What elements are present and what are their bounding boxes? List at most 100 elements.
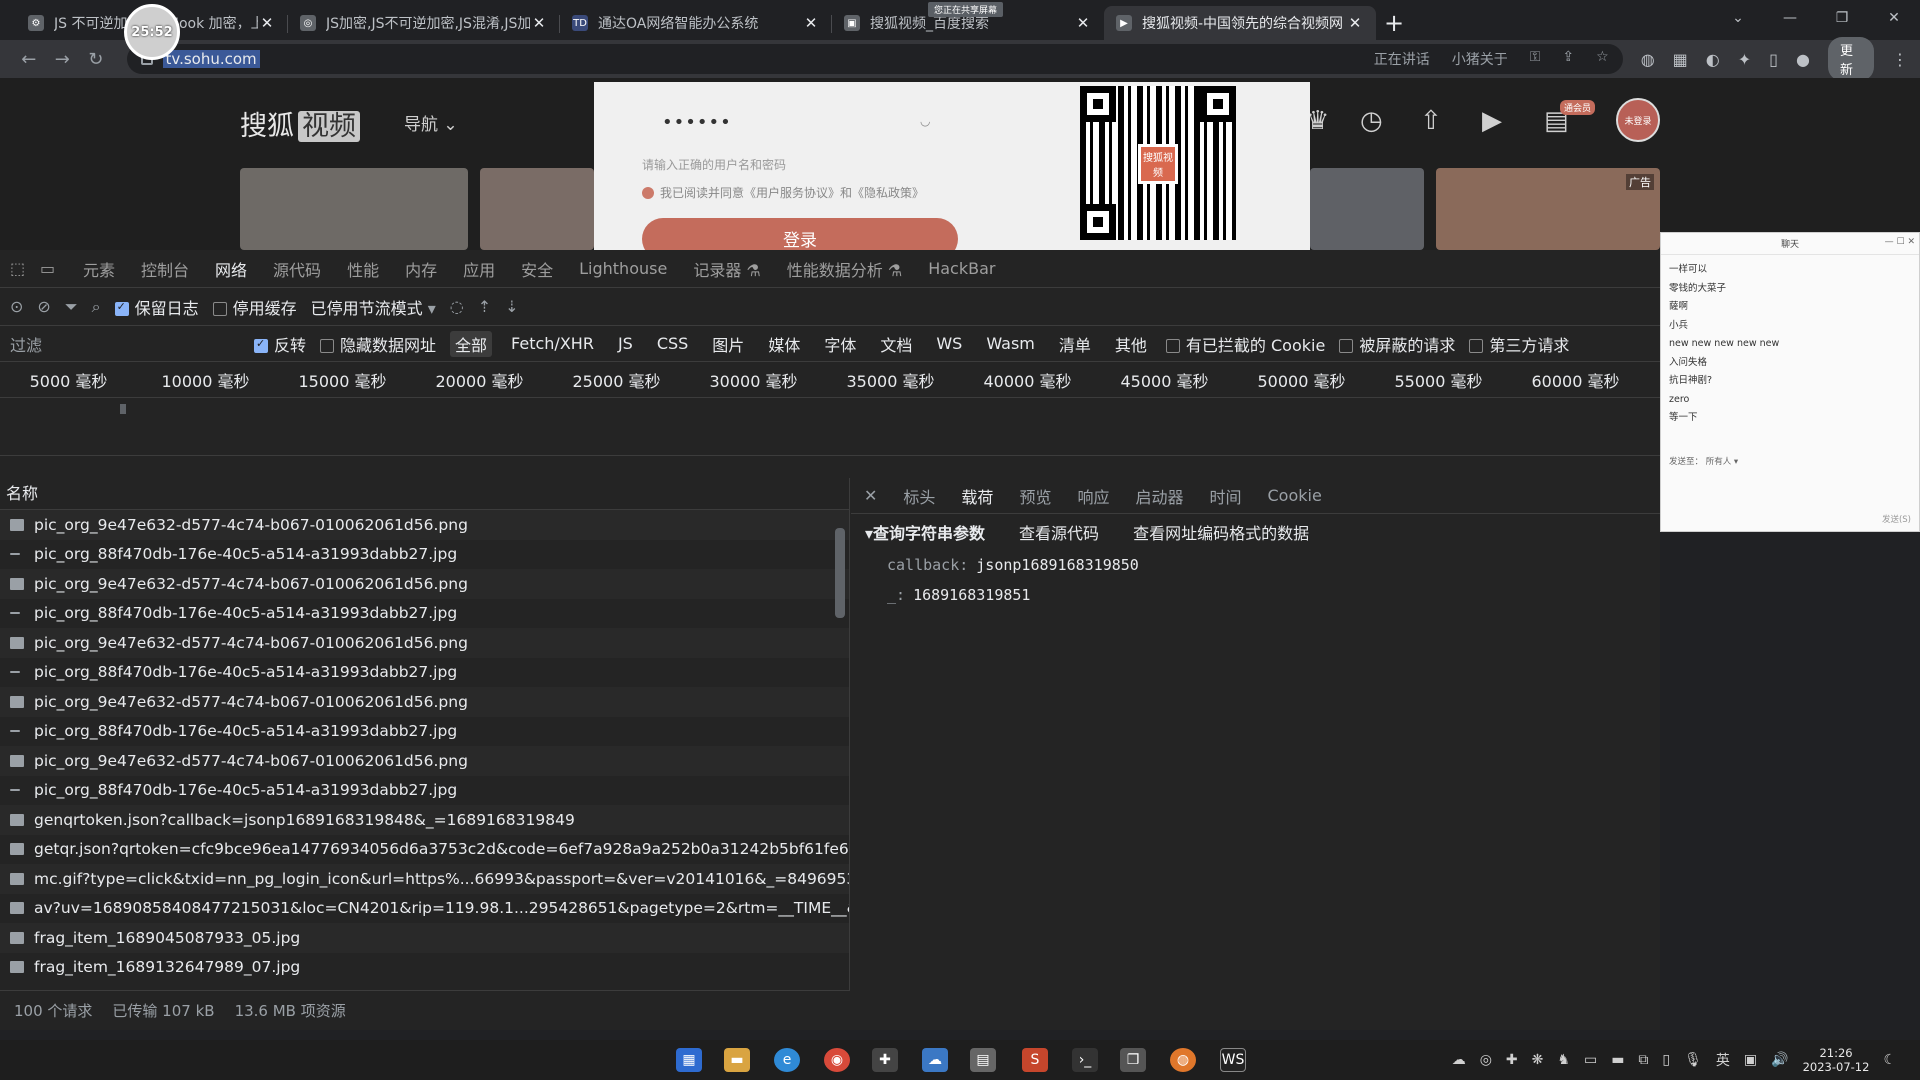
type-filter-xhr[interactable]: Fetch/XHR (506, 333, 599, 354)
browser-tab[interactable]: TD 通达OA网络智能办公系统 ✕ (560, 6, 832, 40)
request-row[interactable]: pic_org_9e47e632-d577-4c74-b067-01006206… (0, 510, 849, 540)
tab-lighthouse[interactable]: Lighthouse (566, 259, 680, 278)
key-icon[interactable]: ⚿ (1530, 49, 1541, 69)
video-thumbnail[interactable] (1310, 168, 1424, 250)
request-row[interactable]: pic_org_88f470db-176e-40c5-a514-a31993da… (0, 540, 849, 570)
request-row[interactable]: pic_org_9e47e632-d577-4c74-b067-01006206… (0, 687, 849, 717)
tray-app-icon[interactable]: ❋ (1532, 1052, 1544, 1068)
type-filter-other[interactable]: 其他 (1110, 331, 1152, 357)
password-field[interactable]: •••••• (662, 112, 732, 133)
network-icon[interactable]: ▣ (1744, 1052, 1757, 1068)
tab-search-icon[interactable]: ⌄ (1712, 0, 1764, 36)
notification-icon[interactable]: ☾ (1883, 1052, 1896, 1068)
sublime-icon[interactable]: S (1022, 1048, 1048, 1072)
type-filter-all[interactable]: 全部 (450, 330, 493, 357)
type-filter-font[interactable]: 字体 (819, 331, 861, 357)
minimize-icon[interactable]: — (1764, 0, 1816, 36)
play-icon[interactable]: ▶ (1482, 106, 1502, 136)
close-tab-icon[interactable]: ✕ (530, 14, 548, 32)
side-panel-icon[interactable]: ▯ (1769, 50, 1778, 69)
tab-recorder[interactable]: 记录器 ⚗ (680, 257, 773, 281)
file-explorer-icon[interactable]: ▬ (724, 1048, 750, 1072)
view-source-link[interactable]: 查看源代码 (1019, 520, 1099, 544)
clock[interactable]: 21:26 2023-07-12 (1803, 1046, 1870, 1074)
extensions-puzzle-icon[interactable]: ✦ (1738, 50, 1751, 69)
share-icon[interactable]: ⇪ (1562, 49, 1574, 69)
request-row[interactable]: pic_org_88f470db-176e-40c5-a514-a31993da… (0, 717, 849, 747)
tray-app-icon[interactable]: ▭ (1584, 1052, 1597, 1068)
tray-app-icon[interactable]: ☁ (1452, 1052, 1466, 1068)
bookmark-star-icon[interactable]: ☆ (1596, 49, 1609, 69)
tab-headers[interactable]: 标头 (890, 484, 948, 508)
video-thumbnail[interactable] (480, 168, 594, 250)
request-row[interactable]: frag_item_1689045087933_05.jpg (0, 923, 849, 953)
timeline-ruler[interactable]: 5000 毫秒 10000 毫秒 15000 毫秒 20000 毫秒 25000… (0, 362, 1660, 398)
chrome-browser-icon[interactable]: ◉ (824, 1048, 850, 1072)
battery-icon[interactable]: ▯ (1662, 1052, 1670, 1068)
upload-icon[interactable]: ⇧ (1420, 106, 1442, 136)
chat-window-controls[interactable]: — ☐ ✕ (1885, 237, 1915, 247)
request-row[interactable]: genqrtoken.json?callback=jsonp1689168319… (0, 805, 849, 835)
filter-icon[interactable]: ⏷ (65, 297, 78, 317)
webstorm-icon[interactable]: WS (1220, 1048, 1246, 1072)
extension-icon[interactable]: ▦ (1673, 50, 1688, 69)
microphone-icon[interactable]: 🎙 (1684, 1052, 1702, 1068)
blocked-requests-checkbox[interactable]: 被屏蔽的请求 (1339, 332, 1455, 356)
type-filter-manifest[interactable]: 清单 (1054, 331, 1096, 357)
firefox-icon[interactable]: ◍ (1170, 1048, 1196, 1072)
tab-console[interactable]: 控制台 (128, 257, 202, 281)
menu-dots-icon[interactable]: ⋮ (1892, 50, 1908, 69)
query-params-title[interactable]: ▾查询字符串参数 (865, 520, 985, 544)
taskbar-app-icon[interactable]: ✚ (872, 1048, 898, 1072)
type-filter-doc[interactable]: 文档 (875, 331, 917, 357)
tab-elements[interactable]: 元素 (70, 257, 128, 281)
url-text[interactable]: tv.sohu.com (162, 50, 260, 68)
close-tab-icon[interactable]: ✕ (1346, 14, 1364, 32)
request-row[interactable]: getqr.json?qrtoken=cfc9bce96ea1477693405… (0, 835, 849, 865)
close-window-icon[interactable]: ✕ (1868, 0, 1920, 36)
close-tab-icon[interactable]: ✕ (258, 14, 276, 32)
taskbar-app-icon[interactable]: ☁ (922, 1048, 948, 1072)
request-row[interactable]: av?uv=16890858408477215031&loc=CN4201&ri… (0, 894, 849, 924)
history-icon[interactable]: ◷ (1360, 106, 1383, 136)
taskview-icon[interactable]: ⧉ (1638, 1052, 1648, 1068)
profile-icon[interactable]: ● (1796, 50, 1810, 69)
tray-app-icon[interactable]: ♞ (1557, 1052, 1570, 1068)
type-filter-ws[interactable]: WS (931, 333, 967, 354)
filter-input[interactable]: 过滤 (10, 332, 240, 356)
recipient-select[interactable]: 所有人 (1706, 457, 1732, 467)
nav-menu[interactable]: 导航 ⌄ (404, 110, 458, 135)
type-filter-js[interactable]: JS (613, 333, 638, 354)
close-detail-icon[interactable]: ✕ (851, 486, 890, 505)
tab-initiator[interactable]: 启动器 (1122, 484, 1196, 508)
address-bar[interactable]: tv.sohu.com 正在讲话 小猪关于 ⚿ ⇪ ☆ (126, 44, 1623, 74)
type-filter-css[interactable]: CSS (652, 333, 693, 354)
view-url-encoded-link[interactable]: 查看网址编码格式的数据 (1133, 520, 1309, 544)
timeline-overview[interactable] (0, 398, 1660, 456)
edge-browser-icon[interactable]: e (774, 1048, 800, 1072)
request-row[interactable]: pic_org_9e47e632-d577-4c74-b067-01006206… (0, 569, 849, 599)
device-toolbar-icon[interactable]: ▭ (40, 259, 70, 278)
disable-cache-checkbox[interactable]: 停用缓存 (212, 295, 297, 319)
scrollbar[interactable] (835, 518, 845, 958)
chat-send-hint[interactable]: 发送(S) (1882, 513, 1911, 525)
volume-icon[interactable]: 🔊 (1771, 1052, 1788, 1068)
close-tab-icon[interactable]: ✕ (802, 14, 820, 32)
network-conditions-icon[interactable]: ◌ (450, 297, 464, 316)
tray-app-icon[interactable]: ◎ (1480, 1052, 1492, 1068)
close-tab-icon[interactable]: ✕ (1074, 14, 1092, 32)
avatar[interactable]: 未登录 (1616, 98, 1660, 142)
tab-performance-insights[interactable]: 性能数据分析 ⚗ (774, 257, 915, 281)
request-row[interactable]: pic_org_88f470db-176e-40c5-a514-a31993da… (0, 776, 849, 806)
throttling-select[interactable]: 已停用节流模式 ▾ (311, 295, 436, 319)
clear-icon[interactable]: ⊘ (37, 297, 50, 316)
name-column-header[interactable]: 名称 (0, 478, 849, 510)
type-filter-wasm[interactable]: Wasm (981, 333, 1040, 354)
tab-preview[interactable]: 预览 (1006, 484, 1064, 508)
request-row[interactable]: pic_org_9e47e632-d577-4c74-b067-01006206… (0, 746, 849, 776)
taskbar-app-icon[interactable]: ▤ (970, 1048, 996, 1072)
input-language-indicator[interactable]: 英 (1716, 1050, 1730, 1070)
tab-security[interactable]: 安全 (508, 257, 566, 281)
extension-icon[interactable]: ◍ (1641, 50, 1655, 69)
preserve-log-checkbox[interactable]: 保留日志 (114, 295, 199, 319)
